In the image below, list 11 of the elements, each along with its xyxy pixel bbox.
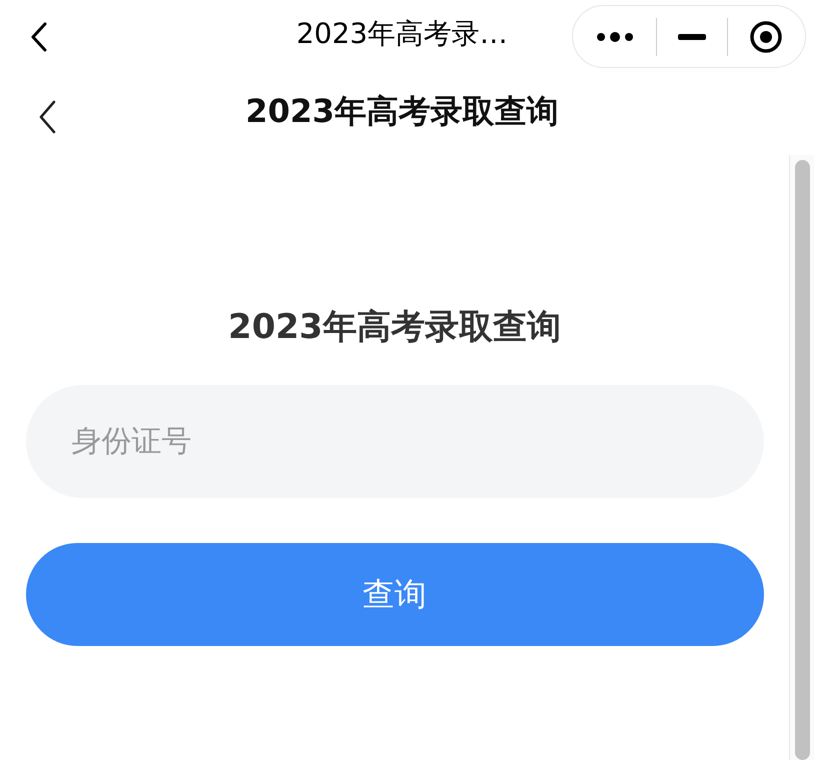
query-button[interactable]: 查询 (26, 543, 764, 646)
minimize-icon[interactable] (678, 34, 706, 40)
back-icon[interactable] (38, 100, 56, 134)
form-heading: 2023年高考录取查询 (228, 306, 561, 349)
window-title: 2023年高考录… (296, 16, 508, 52)
page-title: 2023年高考录取查询 (245, 90, 559, 132)
more-icon[interactable] (595, 30, 636, 44)
scrollbar-thumb[interactable] (794, 160, 810, 760)
id-number-field[interactable]: 身份证号 (26, 385, 764, 498)
close-icon[interactable] (748, 20, 783, 54)
back-icon[interactable] (30, 22, 48, 52)
